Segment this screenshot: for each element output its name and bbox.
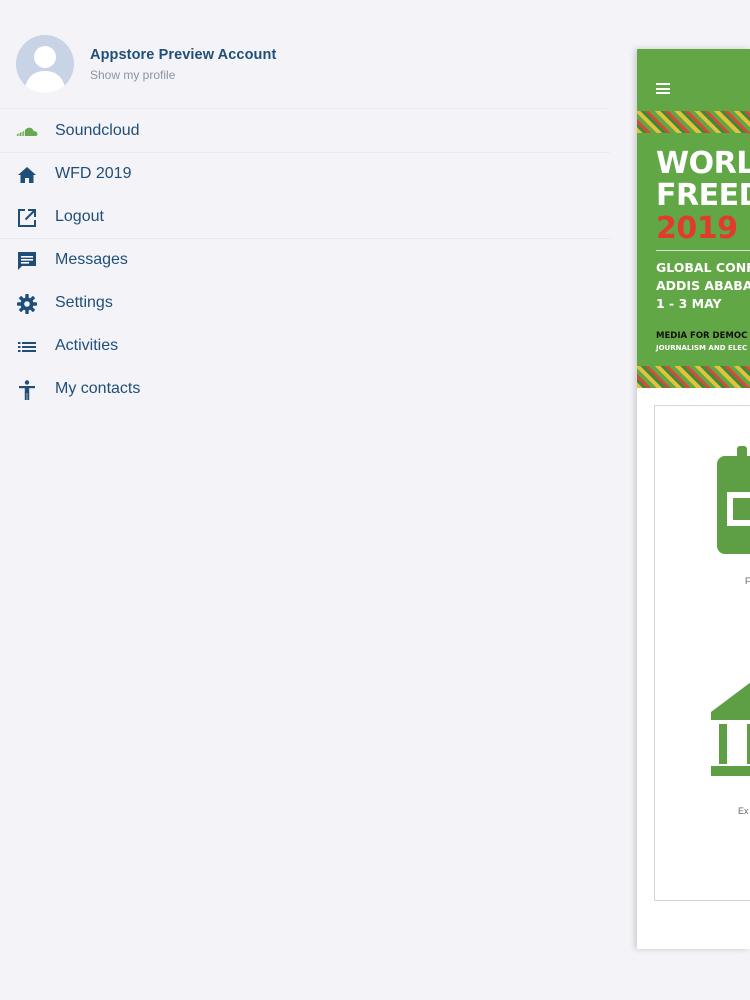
menu-item-label: My contacts — [55, 380, 141, 397]
menu-item-label: Activities — [55, 337, 119, 354]
decorative-pattern — [637, 111, 750, 133]
profile-text: Appstore Preview Account Show my profile — [90, 47, 276, 82]
banner-subtitle-line: GLOBAL CONF — [656, 260, 750, 275]
tile-label: Ex — [738, 806, 749, 816]
home-icon — [16, 164, 38, 186]
tile-label: F — [745, 576, 750, 586]
menu-item-label: WFD 2019 — [55, 165, 132, 182]
banner-tagline: MEDIA FOR DEMOC — [656, 331, 748, 341]
drawer-menu: Soundcloud WFD 2019 Logout Messages Sett… — [0, 110, 610, 411]
profile-name[interactable]: Appstore Preview Account — [90, 47, 276, 63]
side-drawer: Appstore Preview Account Show my profile… — [0, 0, 636, 1000]
menu-item-my-contacts[interactable]: My contacts — [0, 368, 610, 411]
menu-item-messages[interactable]: Messages — [0, 239, 610, 282]
external-link-icon — [16, 207, 38, 229]
banner-date: 1 - 3 MAY — [656, 296, 722, 311]
menu-item-label: Messages — [55, 251, 128, 268]
show-profile-link[interactable]: Show my profile — [90, 68, 276, 82]
app-preview-panel[interactable]: WORL FREED 2019 GLOBAL CONF ADDIS ABABA,… — [637, 49, 750, 949]
hamburger-menu-icon[interactable] — [656, 83, 670, 94]
menu-item-logout[interactable]: Logout — [0, 196, 610, 239]
divider — [656, 250, 750, 251]
profile-header[interactable]: Appstore Preview Account Show my profile — [16, 35, 276, 93]
soundcloud-icon — [16, 121, 38, 143]
message-icon — [16, 250, 38, 272]
tiles-card: F Ex — [654, 405, 750, 901]
divider — [0, 108, 610, 109]
menu-item-label: Settings — [55, 294, 113, 311]
list-icon — [16, 336, 38, 358]
calendar-icon[interactable] — [717, 446, 750, 561]
accessibility-person-icon — [16, 379, 38, 401]
menu-item-label: Logout — [55, 208, 104, 225]
gear-icon — [16, 293, 38, 315]
avatar[interactable] — [16, 35, 74, 93]
banner-title-line: FREED — [656, 178, 750, 213]
menu-item-label: Soundcloud — [55, 122, 140, 139]
app-toolbar — [637, 49, 750, 111]
menu-item-soundcloud[interactable]: Soundcloud — [0, 110, 610, 153]
event-banner: WORL FREED 2019 GLOBAL CONF ADDIS ABABA,… — [637, 111, 750, 388]
banner-subtitle-line: ADDIS ABABA, — [656, 278, 750, 293]
decorative-pattern — [637, 366, 750, 388]
menu-item-activities[interactable]: Activities — [0, 325, 610, 368]
menu-item-settings[interactable]: Settings — [0, 282, 610, 325]
banner-title-line: WORL — [656, 146, 750, 181]
default-avatar-icon — [24, 46, 66, 93]
banner-tagline-sub: JOURNALISM AND ELEC — [656, 344, 748, 352]
menu-item-wfd-2019[interactable]: WFD 2019 — [0, 153, 610, 196]
banner-year: 2019 — [656, 211, 738, 246]
institution-icon[interactable] — [711, 682, 750, 797]
